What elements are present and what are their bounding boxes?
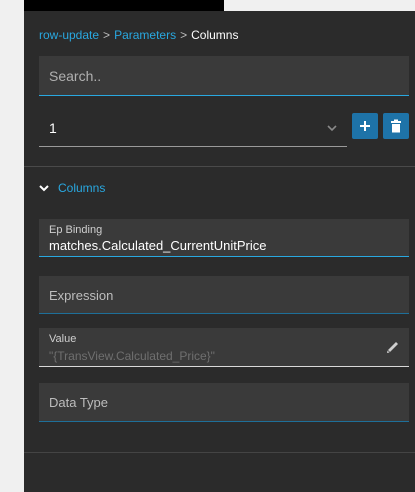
chevron-down-icon [327,125,337,132]
section-title: Columns [58,181,106,195]
columns-section-toggle[interactable]: Columns [38,179,105,197]
value-placeholder: "{TransView.Calculated_Price}" [49,349,215,363]
expression-label: Expression [49,288,114,303]
breadcrumb-item-columns: Columns [191,28,239,42]
delete-column-button[interactable] [383,113,409,139]
breadcrumb-separator: > [103,28,111,42]
plus-icon [360,121,370,131]
breadcrumb-separator: > [180,28,188,42]
breadcrumb-item-parameters[interactable]: Parameters [114,28,176,42]
top-bar [24,0,224,11]
trash-icon [391,119,401,133]
value-label: Value [49,333,77,345]
breadcrumb: row-update > Parameters > Columns [39,28,238,42]
add-column-button[interactable] [352,113,378,139]
data-type-field[interactable]: Data Type [39,383,409,422]
chevron-down-icon [39,185,49,192]
ep-binding-value: matches.Calculated_CurrentUnitPrice [49,238,267,253]
search-input[interactable]: Search.. [39,56,409,96]
pencil-icon[interactable] [385,339,401,355]
bottom-divider [24,452,415,453]
ep-binding-label: Ep Binding [49,224,103,236]
expression-field[interactable]: Expression [39,276,409,314]
column-index-value: 1 [49,120,57,136]
column-index-select[interactable]: 1 [39,111,347,147]
search-placeholder: Search.. [49,68,102,84]
ep-binding-field[interactable]: Ep Binding matches.Calculated_CurrentUni… [39,219,409,257]
value-field[interactable]: Value "{TransView.Calculated_Price}" [39,328,409,367]
data-type-label: Data Type [49,395,109,410]
breadcrumb-item-row-update[interactable]: row-update [39,28,99,42]
properties-panel: row-update > Parameters > Columns Search.. 1… [24,11,415,492]
section-divider [24,166,415,167]
